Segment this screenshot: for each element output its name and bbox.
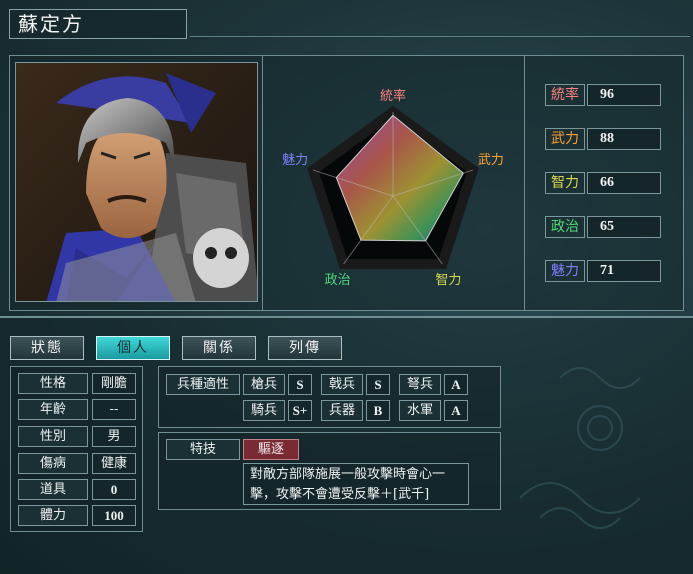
personal-value-gender: 男 <box>92 426 136 447</box>
stat-label-war: 武力 <box>545 128 585 150</box>
personal-value-stamina: 100 <box>92 505 136 526</box>
attribute-radar: 統率 武力 智力 政治 魅力 <box>262 60 524 308</box>
troop-aptitude-title: 兵種適性 <box>166 374 240 395</box>
radar-label-politics: 政治 <box>325 273 351 288</box>
portrait-image <box>16 63 257 301</box>
radar-svg: 統率 武力 智力 政治 魅力 <box>282 88 504 288</box>
personal-label-gender: 性別 <box>18 426 88 447</box>
stat-label-leadership: 統率 <box>545 84 585 106</box>
personal-label-personality: 性格 <box>18 373 88 394</box>
stat-value-war: 88 <box>587 128 661 150</box>
skill-title: 特技 <box>166 439 240 460</box>
skill-description: 對敵方部隊施展一般攻擊時會心一 擊，攻擊不會遭受反擊＋[武千] <box>243 463 469 505</box>
personal-label-age: 年齡 <box>18 399 88 420</box>
aptitude-label-cavalry: 騎兵 <box>243 400 285 421</box>
aptitude-grade-siege: B <box>366 400 390 421</box>
aptitude-grade-cavalry: S+ <box>288 400 312 421</box>
tab-biography[interactable]: 列傳 <box>268 336 342 360</box>
skill-name-badge[interactable]: 驅逐 <box>243 439 299 460</box>
stat-value-leadership: 96 <box>587 84 661 106</box>
aptitude-label-spear: 槍兵 <box>243 374 285 395</box>
personal-value-condition: 健康 <box>92 453 136 474</box>
tab-relations[interactable]: 關係 <box>182 336 256 360</box>
stat-label-politics: 政治 <box>545 216 585 238</box>
stat-value-politics: 65 <box>587 216 661 238</box>
skill-description-line: 擊，攻擊不會遭受反擊＋[武千] <box>250 487 430 502</box>
aptitude-label-navy: 水軍 <box>399 400 441 421</box>
stat-value-charm: 71 <box>587 260 661 282</box>
tab-personal[interactable]: 個人 <box>96 336 170 360</box>
aptitude-label-halberd: 戟兵 <box>321 374 363 395</box>
radar-label-leadership: 統率 <box>380 88 406 104</box>
radar-label-war: 武力 <box>478 153 504 168</box>
tab-status[interactable]: 狀態 <box>10 336 84 360</box>
panel-divider <box>524 55 525 311</box>
personal-label-item: 道具 <box>18 479 88 500</box>
radar-label-intel: 智力 <box>435 273 461 288</box>
skill-description-line: 對敵方部隊施展一般攻擊時會心一 <box>250 467 446 482</box>
aptitude-grade-crossbow: A <box>444 374 468 395</box>
stat-value-intel: 66 <box>587 172 661 194</box>
personal-value-personality: 剛膽 <box>92 373 136 394</box>
general-name: 蘇定方 <box>9 9 187 39</box>
aptitude-grade-navy: A <box>444 400 468 421</box>
radar-label-charm: 魅力 <box>282 153 308 168</box>
stat-label-intel: 智力 <box>545 172 585 194</box>
header-divider <box>190 36 690 37</box>
aptitude-grade-halberd: S <box>366 374 390 395</box>
personal-label-condition: 傷病 <box>18 453 88 474</box>
aptitude-label-siege: 兵器 <box>321 400 363 421</box>
aptitude-label-crossbow: 弩兵 <box>399 374 441 395</box>
personal-label-stamina: 體力 <box>18 505 88 526</box>
general-portrait <box>15 62 258 302</box>
stat-label-charm: 魅力 <box>545 260 585 282</box>
aptitude-grade-spear: S <box>288 374 312 395</box>
personal-value-age: -- <box>92 399 136 420</box>
personal-value-item: 0 <box>92 479 136 500</box>
